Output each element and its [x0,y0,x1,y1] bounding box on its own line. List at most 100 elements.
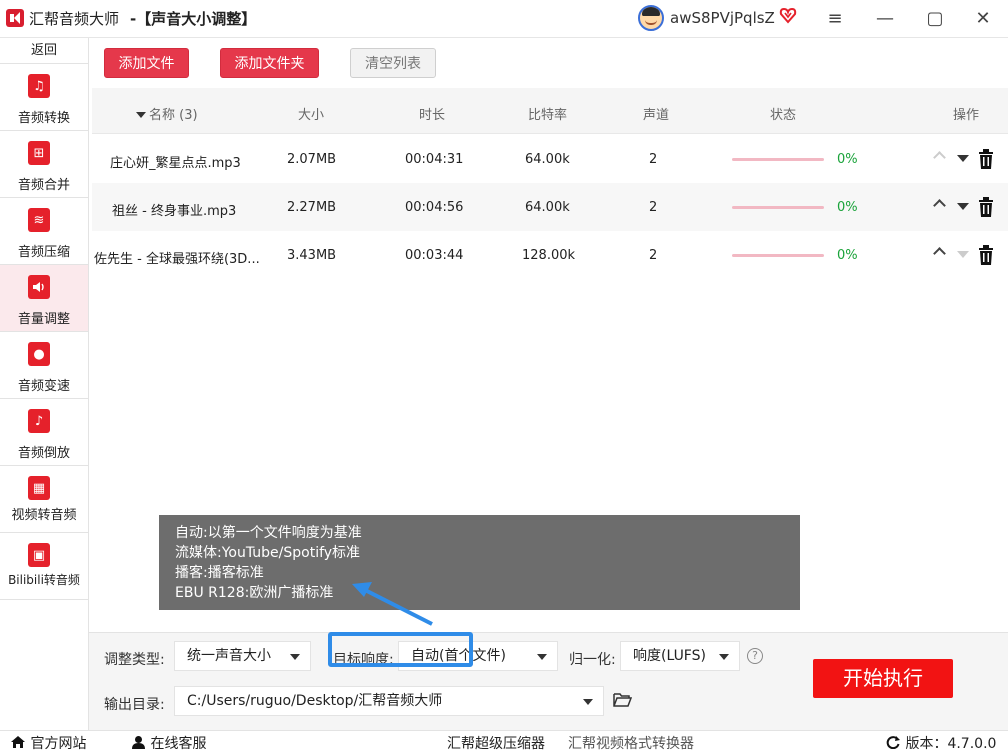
file-duration: 00:04:56 [405,200,464,215]
clear-list-button[interactable]: 清空列表 [350,48,436,78]
table-row[interactable]: 祖丝 - 终身事业.mp3 2.27MB 00:04:56 64.00k 2 0… [92,183,1008,231]
official-site-link[interactable]: 官方网站 [10,733,86,751]
sidebar-item-label: 视频转音频 [11,508,77,523]
maximize-icon[interactable]: ▢ [920,4,950,32]
file-name: 祖丝 - 终身事业.mp3 [112,204,237,219]
sidebar-item-label: Bilibili转音频 [8,573,80,587]
app-logo-icon [6,9,24,27]
user-avatar[interactable] [638,5,664,31]
output-dir-select[interactable]: C:/Users/ruguo/Desktop/汇帮音频大师 [174,686,604,716]
sidebar: 返回 ♫ 音频转换 ⊞ 音频合并 ≋ 音频压缩 音量调整 ● 音频变速 ♪ 音频… [0,38,89,730]
column-size: 大小 [298,108,325,123]
tooltip-line: 自动:以第一个文件响度为基准 [175,525,362,541]
start-button[interactable]: 开始执行 [813,659,953,698]
music-convert-icon: ♫ [28,74,50,98]
progress-percent: 0% [837,200,858,215]
progress-percent: 0% [837,152,858,167]
output-dir-label: 输出目录: [104,697,165,713]
delete-icon[interactable] [978,149,994,169]
user-support-icon [132,736,145,749]
vip-heart-icon[interactable] [779,6,797,24]
sidebar-item-bilibili-to-audio[interactable]: ▣ Bilibili转音频 [0,533,88,600]
column-channels: 声道 [643,108,670,123]
online-service-link[interactable]: 在线客服 [131,733,206,751]
sidebar-item-audio-speed[interactable]: ● 音频变速 [0,332,88,399]
sidebar-item-audio-convert[interactable]: ♫ 音频转换 [0,64,88,131]
waveform-icon: ≋ [28,208,50,232]
help-icon[interactable]: ? [747,648,763,664]
username[interactable]: awS8PVjPqlsZ [670,9,775,27]
sidebar-item-label: 音量调整 [17,312,70,327]
sidebar-item-volume-adjust[interactable]: 音量调整 [0,265,88,332]
progress-percent: 0% [837,248,858,263]
move-up-icon[interactable] [933,151,946,164]
file-channels: 2 [649,200,658,215]
file-size: 3.43MB [287,248,337,263]
move-down-icon[interactable] [957,251,969,258]
file-bitrate: 128.00k [522,248,576,263]
file-size: 2.07MB [287,152,337,167]
column-duration: 时长 [419,108,446,123]
loudness-tooltip: 自动:以第一个文件响度为基准 流媒体:YouTube/Spotify标准 播客:… [159,515,800,610]
progress-bar [732,206,824,209]
table-row[interactable]: 庄心妍_繁星点点.mp3 2.07MB 00:04:31 64.00k 2 0% [92,135,1008,183]
move-down-icon[interactable] [957,155,969,162]
app-title: 汇帮音频大师 [29,10,120,28]
version-info: 版本：4.7.0.0 [885,733,996,751]
close-icon[interactable]: ✕ [968,4,998,32]
footer: 官方网站 在线客服 汇帮超级压缩器 汇帮视频格式转换器 版本：4.7.0.0 [0,730,1008,751]
page-subtitle: -【声音大小调整】 [130,10,257,28]
add-file-button[interactable]: 添加文件 [104,48,189,78]
menu-icon[interactable]: ≡ [820,4,850,32]
column-actions: 操作 [953,108,980,123]
microphone-icon: ● [28,342,50,366]
file-name: 庄心妍_繁星点点.mp3 [110,156,241,171]
note-icon: ♪ [28,409,50,433]
delete-icon[interactable] [978,245,994,265]
file-table-header: 名称 (3) 大小 时长 比特率 声道 状态 操作 [92,88,1008,134]
column-status: 状态 [770,108,797,123]
file-bitrate: 64.00k [525,152,570,167]
title-bar: 汇帮音频大师 -【声音大小调整】 awS8PVjPqlsZ ≡ — ▢ ✕ [0,0,1008,38]
file-channels: 2 [649,152,658,167]
move-up-icon[interactable] [933,199,946,212]
speaker-icon [28,275,50,299]
column-bitrate: 比特率 [528,108,568,123]
back-button[interactable]: 返回 [0,38,88,64]
compressor-link[interactable]: 汇帮超级压缩器 [447,733,545,751]
progress-bar [732,254,824,257]
adjust-type-label: 调整类型: [104,652,165,668]
tooltip-line: 播客:播客标准 [175,565,264,581]
normalize-select[interactable]: 响度(LUFS) [620,641,740,671]
sidebar-item-label: 音频压缩 [17,245,70,260]
adjust-type-select[interactable]: 统一声音大小 [174,641,311,671]
progress-bar [732,158,824,161]
file-name: 佐先生 - 全球最强环绕(3D... [94,252,260,267]
column-name[interactable]: 名称 (3) [136,104,198,123]
sidebar-item-audio-reverse[interactable]: ♪ 音频倒放 [0,399,88,466]
sidebar-item-label: 音频合并 [17,178,70,193]
sort-desc-icon [136,112,146,118]
tooltip-line: EBU R128:欧洲广播标准 [175,585,334,601]
video-converter-link[interactable]: 汇帮视频格式转换器 [568,733,694,751]
tooltip-line: 流媒体:YouTube/Spotify标准 [175,545,361,561]
sidebar-item-label: 音频转换 [17,111,70,126]
sidebar-item-audio-merge[interactable]: ⊞ 音频合并 [0,131,88,198]
move-down-icon[interactable] [957,203,969,210]
move-up-icon[interactable] [933,247,946,260]
chevron-down-icon [290,654,300,660]
folder-open-icon[interactable] [613,693,632,707]
table-row[interactable]: 佐先生 - 全球最强环绕(3D... 3.43MB 00:03:44 128.0… [92,231,1008,279]
home-icon [11,736,25,748]
sidebar-item-label: 音频倒放 [17,446,70,461]
film-icon: ▦ [28,476,50,500]
add-folder-button[interactable]: 添加文件夹 [220,48,319,78]
file-duration: 00:03:44 [405,248,464,263]
chevron-down-icon [537,654,547,660]
file-size: 2.27MB [287,200,337,215]
minimize-icon[interactable]: — [870,4,900,32]
sidebar-item-audio-compress[interactable]: ≋ 音频压缩 [0,198,88,265]
delete-icon[interactable] [978,197,994,217]
refresh-icon [886,736,900,750]
sidebar-item-video-to-audio[interactable]: ▦ 视频转音频 [0,466,88,533]
